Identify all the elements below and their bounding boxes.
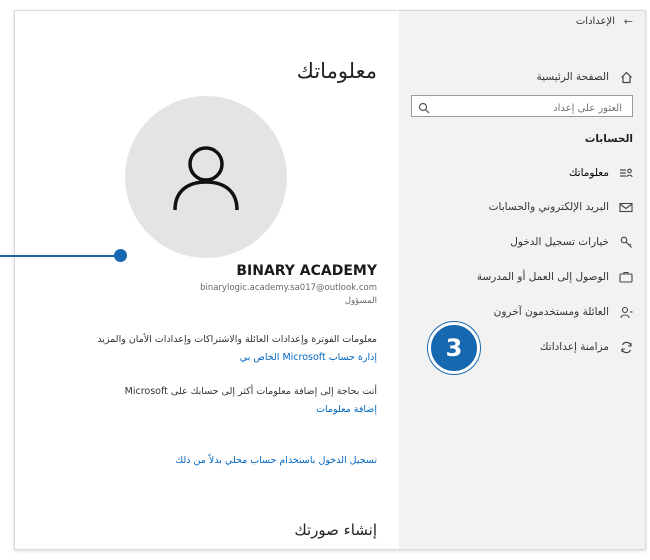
main-content: معلوماتك BINARY ACADEMY binarylogic.acad…	[15, 11, 399, 549]
avatar[interactable]	[125, 96, 287, 258]
briefcase-icon	[619, 270, 633, 284]
sidebar-item-label: خيارات تسجيل الدخول	[510, 236, 609, 248]
back-arrow-icon[interactable]: ←	[624, 15, 633, 28]
account-email: binarylogic.academy.sa017@outlook.com	[200, 283, 377, 293]
mail-icon	[619, 200, 633, 214]
callout-dot	[114, 249, 127, 262]
sidebar: ← الإعدادات الصفحة الرئيسية الحسابات معل…	[399, 11, 645, 549]
sync-icon	[619, 340, 633, 354]
sidebar-item-family-other-users[interactable]: العائلة ومستخدمون آخرون	[399, 298, 645, 326]
sidebar-item-label: معلوماتك	[568, 167, 609, 179]
add-info-link[interactable]: إضافة معلومات	[316, 404, 377, 415]
create-picture-title: إنشاء صورتك	[294, 521, 377, 539]
add-info-text: أنت بحاجة إلى إضافة معلومات أكثر إلى حسا…	[124, 386, 377, 397]
home-icon	[619, 70, 633, 84]
family-icon	[619, 305, 633, 319]
search-icon[interactable]	[418, 99, 430, 118]
callout-line	[0, 255, 120, 257]
sidebar-item-label: مزامنة إعداداتك	[539, 341, 609, 353]
key-icon	[619, 235, 633, 249]
section-heading: الحسابات	[584, 133, 633, 145]
sidebar-item-email-accounts[interactable]: البريد الإلكتروني والحسابات	[399, 193, 645, 221]
page-title: معلوماتك	[296, 59, 377, 83]
sidebar-item-home[interactable]: الصفحة الرئيسية	[399, 63, 645, 91]
search-input[interactable]	[430, 98, 624, 119]
title-bar: ← الإعدادات	[399, 11, 645, 35]
person-card-icon	[619, 166, 633, 180]
window-title: الإعدادات	[575, 16, 615, 27]
sidebar-item-work-school[interactable]: الوصول إلى العمل أو المدرسة	[399, 263, 645, 291]
account-role: المسؤول	[344, 296, 377, 306]
person-icon	[173, 146, 239, 211]
search-box[interactable]	[411, 95, 633, 119]
sidebar-item-your-info[interactable]: معلوماتك	[399, 159, 645, 187]
local-signin-link[interactable]: تسجيل الدخول باستخدام حساب محلي بدلاً من…	[175, 455, 377, 466]
billing-text: معلومات الفوترة وإعدادات العائلة والاشتر…	[97, 334, 377, 345]
sidebar-item-label: العائلة ومستخدمون آخرون	[493, 306, 609, 318]
sidebar-item-sign-in-options[interactable]: خيارات تسجيل الدخول	[399, 228, 645, 256]
sidebar-item-label: البريد الإلكتروني والحسابات	[488, 201, 609, 213]
step-number-badge: 3	[428, 322, 480, 374]
settings-window: معلوماتك BINARY ACADEMY binarylogic.acad…	[14, 10, 646, 550]
sidebar-item-label: الصفحة الرئيسية	[536, 71, 609, 83]
account-name: BINARY ACADEMY	[236, 263, 377, 279]
manage-account-link[interactable]: إدارة حساب Microsoft الخاص بي	[240, 352, 377, 363]
sidebar-item-label: الوصول إلى العمل أو المدرسة	[476, 271, 609, 283]
